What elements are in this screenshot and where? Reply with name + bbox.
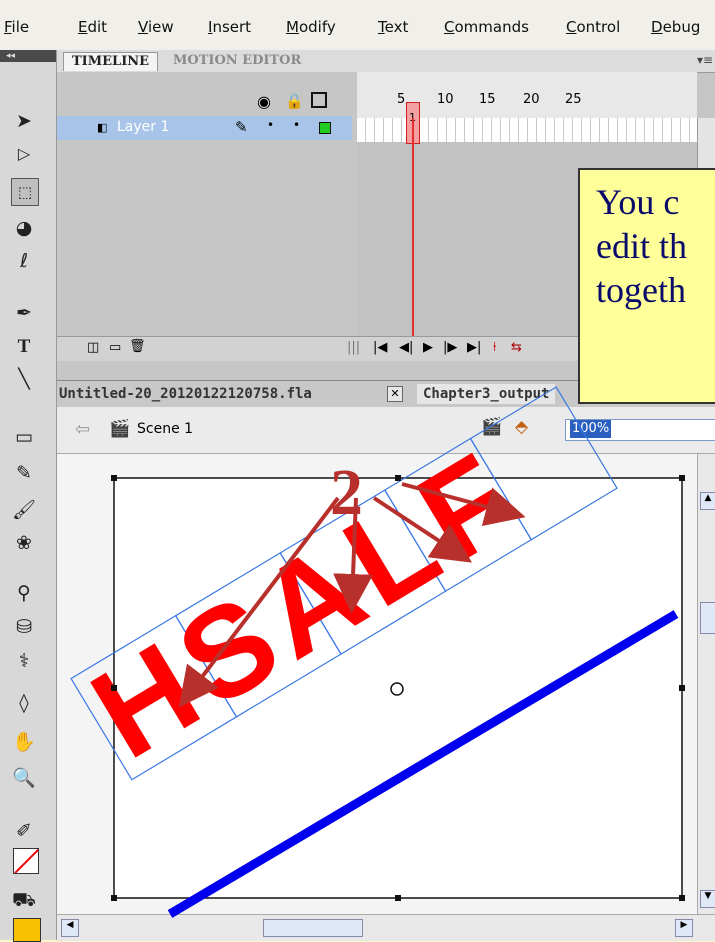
stage-artwork: HSALF 2 xyxy=(69,386,685,918)
registration-point[interactable] xyxy=(390,682,404,696)
callout-box: You c edit th togeth xyxy=(578,168,715,404)
callout-line: togeth xyxy=(596,270,686,310)
callout-line: You c xyxy=(596,182,680,222)
callout-line: edit th xyxy=(596,226,687,266)
annotation-number: 2 xyxy=(330,456,363,529)
